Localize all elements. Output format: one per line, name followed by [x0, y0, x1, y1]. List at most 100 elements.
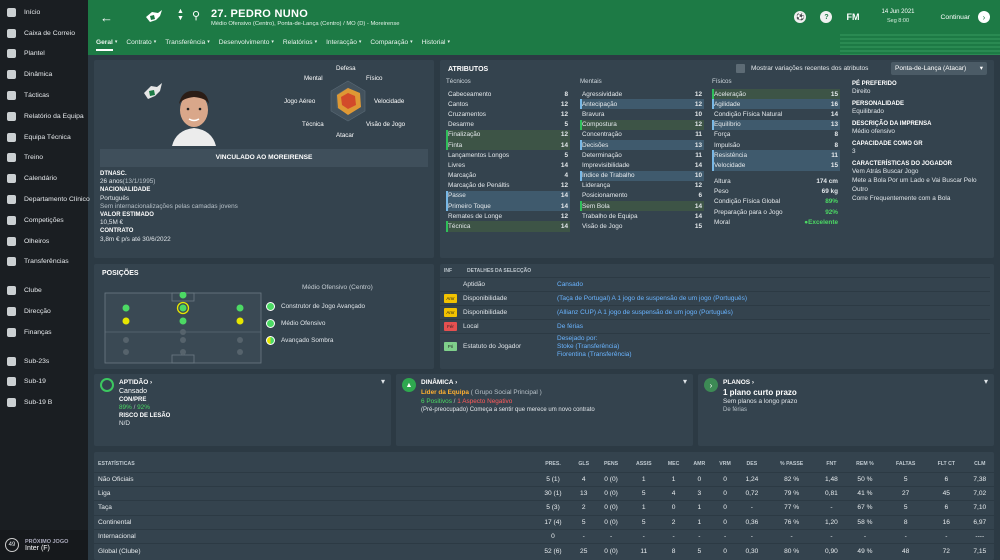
back-arrow-icon[interactable]: ← — [100, 10, 113, 25]
sidebar-item[interactable]: Departamento Clínico — [0, 189, 90, 210]
attribute-row[interactable]: Resistência 11 — [712, 150, 840, 161]
stats-row[interactable]: Não Oficiais 5 (1) 4 0 (0) 1 1 0 0 1,24 82 % 1,48 5… — [94, 471, 994, 487]
stats-row[interactable]: Liga 30 (1) 13 0 (0) 5 4 3 0 0,72 79 % 0,81 41 % 27 4… — [94, 485, 994, 501]
stats-row[interactable]: Taça 5 (3) 2 0 (0) 1 0 1 0-77 % -67 % 5 6 7,10 — [94, 500, 994, 516]
sidebar-item[interactable]: Olheiros — [0, 231, 88, 252]
stats-column-header[interactable]: CLM — [966, 456, 994, 472]
chevron-down-icon[interactable]: ▾ — [683, 377, 687, 386]
sidebar-item[interactable]: Equipa Técnica — [0, 127, 88, 148]
sidebar-item[interactable]: Plantel — [0, 44, 88, 65]
next-match[interactable]: 49 PRÓXIMO JOGO Inter (F) — [0, 530, 88, 560]
sidebar-item[interactable]: Calendário — [0, 168, 88, 189]
attribute-row[interactable]: Sem Bola 14 — [580, 201, 704, 212]
tab-item[interactable]: Desenvolvimento — [219, 39, 270, 51]
stats-column-header[interactable]: DES — [738, 456, 766, 472]
fm-menu-button[interactable]: FM — [846, 12, 859, 22]
stats-column-header[interactable]: ESTATÍSTICAS — [94, 456, 534, 472]
attribute-row[interactable]: Lançamentos Longos 5 — [446, 150, 570, 160]
attribute-row[interactable]: Livres 14 — [446, 160, 570, 170]
attribute-row[interactable]: Velocidade 15 — [712, 160, 840, 171]
selection-detail-row[interactable]: Pri Estatuto do Jogador Desejado por: Stok… — [440, 333, 990, 359]
attribute-row[interactable]: Condição Física Natural 14 — [712, 109, 840, 119]
sidebar-item[interactable]: Sub-23s — [0, 351, 88, 372]
attribute-row[interactable]: Trabalho de Equipa 14 — [580, 211, 704, 221]
continue-button[interactable]: Continuar — [941, 14, 970, 21]
attribute-row[interactable]: Aceleração 15 — [712, 89, 840, 100]
selection-detail-row[interactable]: Aptidão Cansado — [440, 277, 990, 291]
attribute-row[interactable]: Força 8 — [712, 130, 840, 140]
attribute-row[interactable]: Cantos 12 — [446, 99, 570, 109]
stats-column-header[interactable]: FLT CT — [927, 456, 966, 472]
role-row[interactable]: Construtor de Jogo Avançado — [266, 298, 365, 315]
continue-arrow-icon[interactable]: › — [978, 11, 990, 23]
attribute-row[interactable]: Passe 14 — [446, 190, 570, 202]
stats-row[interactable]: Continental 17 (4) 5 0 (0) 5 2 1 0 0,36 76 % 1,20 5… — [94, 514, 994, 530]
search-icon[interactable]: ⚲ — [192, 9, 200, 22]
attribute-row[interactable]: Marcação de Penáltis 12 — [446, 181, 570, 191]
attribute-row[interactable]: Cabeceamento 8 — [446, 89, 570, 99]
attribute-row[interactable]: Liderança 12 — [580, 181, 704, 191]
attribute-row[interactable]: Bravura 10 — [580, 109, 704, 119]
tab-item[interactable]: Geral — [96, 39, 113, 51]
football-icon[interactable]: ⚽ — [794, 11, 807, 23]
attribute-row[interactable]: Remates de Longe 12 — [446, 211, 570, 221]
stats-column-header[interactable]: REM % — [846, 456, 885, 472]
selection-detail-value[interactable]: De férias — [557, 323, 583, 331]
sidebar-item[interactable]: Caixa de Correio — [0, 23, 88, 44]
stats-column-header[interactable]: PRES. — [534, 456, 572, 472]
attribute-row[interactable]: Agilidade 16 — [712, 99, 840, 110]
plans-card[interactable]: › PLANOS › ▾ 1 plano curto prazo Sem pla… — [698, 374, 994, 446]
sidebar-item[interactable]: Clube — [0, 280, 88, 301]
sidebar-item[interactable]: Sub-19 — [0, 372, 88, 393]
attribute-row[interactable]: Desarme 5 — [446, 120, 570, 130]
attribute-row[interactable]: Concentração 11 — [580, 130, 704, 140]
tab-item[interactable]: Historial — [422, 39, 446, 51]
stats-column-header[interactable]: GLS — [572, 456, 596, 472]
attribute-row[interactable]: Cruzamentos 12 — [446, 109, 570, 119]
attribute-row[interactable]: Posicionamento 6 — [580, 191, 704, 201]
sidebar-item[interactable]: Direcção — [0, 301, 88, 322]
stats-column-header[interactable]: AMR — [686, 456, 712, 472]
tab-item[interactable]: Interacção — [326, 39, 357, 51]
chevron-down-icon[interactable]: ▾ — [381, 377, 385, 386]
help-icon[interactable]: ? — [820, 11, 833, 23]
stats-column-header[interactable]: % PASSE — [766, 456, 817, 472]
tab-item[interactable]: Relatórios — [283, 39, 313, 51]
attribute-row[interactable]: Decisões 13 — [580, 139, 704, 151]
selection-detail-row[interactable]: Amr Disponibilidade (Allianz CUP) A 1 jogo… — [440, 305, 990, 319]
negatives-count[interactable]: 1 Aspecto Negativo — [457, 398, 512, 405]
attribute-row[interactable]: Índice de Trabalho 10 — [580, 170, 704, 181]
attribute-row[interactable]: Equilíbrio 13 — [712, 119, 840, 130]
nationality[interactable]: Português — [100, 195, 238, 203]
selection-detail-row[interactable]: Amr Disponibilidade (Taça de Portugal) A 1… — [440, 291, 990, 305]
attribute-row[interactable]: Agressividade 12 — [580, 89, 704, 99]
stats-column-header[interactable]: FNT — [817, 456, 845, 472]
selection-detail-value[interactable]: Desejado por: Stoke (Transferência) Fior… — [557, 335, 632, 359]
chevron-down-icon[interactable]: ▾ — [984, 377, 988, 386]
attribute-row[interactable]: Compostura 12 — [580, 119, 704, 130]
variations-checkbox[interactable] — [736, 64, 745, 73]
sidebar-item[interactable]: Tácticas — [0, 85, 88, 106]
stats-column-header[interactable]: MEC — [661, 456, 686, 472]
attribute-row[interactable]: Técnica 14 — [446, 221, 570, 232]
tab-item[interactable]: Transferência — [165, 39, 205, 51]
player-nav-arrows-icon[interactable]: ▲ ▼ — [177, 8, 184, 22]
positives-count[interactable]: 6 Positivos — [421, 398, 452, 405]
selection-detail-value[interactable]: Cansado — [557, 281, 583, 289]
sidebar-item[interactable]: Início — [0, 2, 88, 23]
tab-item[interactable]: Comparação — [370, 39, 408, 51]
sidebar-item[interactable]: Sub-19 B — [0, 392, 88, 413]
selection-detail-value[interactable]: (Taça de Portugal) A 1 jogo de suspensão… — [557, 295, 747, 303]
tab-item[interactable]: Contrato — [126, 39, 151, 51]
sidebar-item[interactable]: Transferências — [0, 252, 88, 273]
stats-row[interactable]: Global (Clube) 52 (6) 25 0 (0) 11 8 5 0 0,30 80 %… — [94, 543, 994, 559]
stats-row[interactable]: Internacional 0- - - - - - - - - - - - ---- — [94, 529, 994, 544]
club-crest-icon[interactable] — [144, 8, 164, 26]
stats-column-header[interactable]: ASSIS — [627, 456, 661, 472]
stats-column-header[interactable]: PENS — [595, 456, 626, 472]
role-row[interactable]: Avançado Sombra — [266, 332, 365, 349]
attribute-row[interactable]: Imprevisibilidade 14 — [580, 160, 704, 170]
attribute-row[interactable]: Finta 14 — [446, 139, 570, 151]
attribute-row[interactable]: Finalização 12 — [446, 129, 570, 140]
stats-column-header[interactable]: VRM — [712, 456, 737, 472]
